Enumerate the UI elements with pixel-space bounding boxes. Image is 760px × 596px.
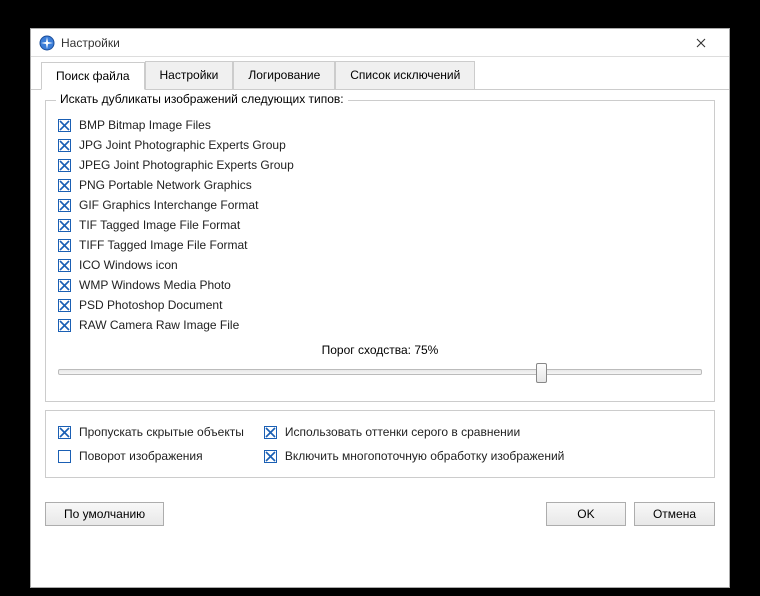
- options-col-right: Использовать оттенки серого в сравнении В…: [264, 423, 565, 465]
- filetype-row: BMP Bitmap Image Files: [58, 115, 702, 135]
- filetype-row: RAW Camera Raw Image File: [58, 315, 702, 335]
- filetype-checkbox[interactable]: [58, 219, 71, 232]
- filetype-checkbox[interactable]: [58, 159, 71, 172]
- filetypes-group-label: Искать дубликаты изображений следующих т…: [56, 92, 348, 106]
- close-icon: [696, 38, 706, 48]
- filetype-row: GIF Graphics Interchange Format: [58, 195, 702, 215]
- filetype-label: BMP Bitmap Image Files: [79, 118, 211, 132]
- slider-thumb[interactable]: [536, 363, 547, 383]
- filetype-checkbox[interactable]: [58, 259, 71, 272]
- filetype-row: JPEG Joint Photographic Experts Group: [58, 155, 702, 175]
- filetype-checkbox[interactable]: [58, 279, 71, 292]
- option-left-label: Пропускать скрытые объекты: [79, 425, 244, 439]
- threshold-label: Порог сходства: 75%: [58, 343, 702, 357]
- options-row: Пропускать скрытые объекты Поворот изобра…: [58, 423, 702, 465]
- tab-content: Искать дубликаты изображений следующих т…: [31, 90, 729, 494]
- option-right-label: Включить многопоточную обработку изображ…: [285, 449, 565, 463]
- filetype-checkbox[interactable]: [58, 179, 71, 192]
- defaults-button[interactable]: По умолчанию: [45, 502, 164, 526]
- option-left-label: Поворот изображения: [79, 449, 203, 463]
- filetype-label: TIF Tagged Image File Format: [79, 218, 240, 232]
- option-right-checkbox[interactable]: [264, 426, 277, 439]
- settings-dialog: Настройки Поиск файла Настройки Логирова…: [30, 28, 730, 588]
- tab-settings[interactable]: Настройки: [145, 61, 234, 89]
- slider-track: [58, 369, 702, 375]
- option-left-row: Поворот изображения: [58, 447, 244, 465]
- dialog-footer: По умолчанию OK Отмена: [31, 494, 729, 538]
- option-right-label: Использовать оттенки серого в сравнении: [285, 425, 520, 439]
- option-left-row: Пропускать скрытые объекты: [58, 423, 244, 441]
- filetype-checkbox[interactable]: [58, 299, 71, 312]
- filetype-row: PNG Portable Network Graphics: [58, 175, 702, 195]
- filetype-label: TIFF Tagged Image File Format: [79, 238, 248, 252]
- filetype-label: RAW Camera Raw Image File: [79, 318, 239, 332]
- filetype-label: ICO Windows icon: [79, 258, 178, 272]
- app-icon: [39, 35, 55, 51]
- close-button[interactable]: [681, 29, 721, 57]
- filetype-row: PSD Photoshop Document: [58, 295, 702, 315]
- cancel-button[interactable]: Отмена: [634, 502, 715, 526]
- options-group: Пропускать скрытые объекты Поворот изобра…: [45, 410, 715, 478]
- filetype-checkbox[interactable]: [58, 199, 71, 212]
- ok-button[interactable]: OK: [546, 502, 626, 526]
- filetypes-group: Искать дубликаты изображений следующих т…: [45, 100, 715, 402]
- filetypes-list: BMP Bitmap Image Files JPG Joint Photogra…: [58, 115, 702, 335]
- filetype-row: TIFF Tagged Image File Format: [58, 235, 702, 255]
- filetype-label: JPG Joint Photographic Experts Group: [79, 138, 286, 152]
- filetype-row: ICO Windows icon: [58, 255, 702, 275]
- tab-strip: Поиск файла Настройки Логирование Список…: [31, 61, 729, 90]
- tab-exclusions[interactable]: Список исключений: [335, 61, 475, 89]
- options-col-left: Пропускать скрытые объекты Поворот изобра…: [58, 423, 244, 465]
- window-title: Настройки: [61, 36, 681, 50]
- option-left-checkbox[interactable]: [58, 426, 71, 439]
- filetype-checkbox[interactable]: [58, 239, 71, 252]
- filetype-checkbox[interactable]: [58, 319, 71, 332]
- filetype-row: TIF Tagged Image File Format: [58, 215, 702, 235]
- titlebar: Настройки: [31, 29, 729, 57]
- filetype-label: PSD Photoshop Document: [79, 298, 222, 312]
- filetype-row: WMP Windows Media Photo: [58, 275, 702, 295]
- filetype-label: PNG Portable Network Graphics: [79, 178, 252, 192]
- option-right-row: Включить многопоточную обработку изображ…: [264, 447, 565, 465]
- filetype-label: GIF Graphics Interchange Format: [79, 198, 258, 212]
- threshold-slider[interactable]: [58, 363, 702, 383]
- option-right-row: Использовать оттенки серого в сравнении: [264, 423, 565, 441]
- tab-file-search[interactable]: Поиск файла: [41, 62, 145, 90]
- option-left-checkbox[interactable]: [58, 450, 71, 463]
- filetype-checkbox[interactable]: [58, 119, 71, 132]
- filetype-label: WMP Windows Media Photo: [79, 278, 231, 292]
- filetype-label: JPEG Joint Photographic Experts Group: [79, 158, 294, 172]
- option-right-checkbox[interactable]: [264, 450, 277, 463]
- filetype-row: JPG Joint Photographic Experts Group: [58, 135, 702, 155]
- tab-logging[interactable]: Логирование: [233, 61, 335, 89]
- filetype-checkbox[interactable]: [58, 139, 71, 152]
